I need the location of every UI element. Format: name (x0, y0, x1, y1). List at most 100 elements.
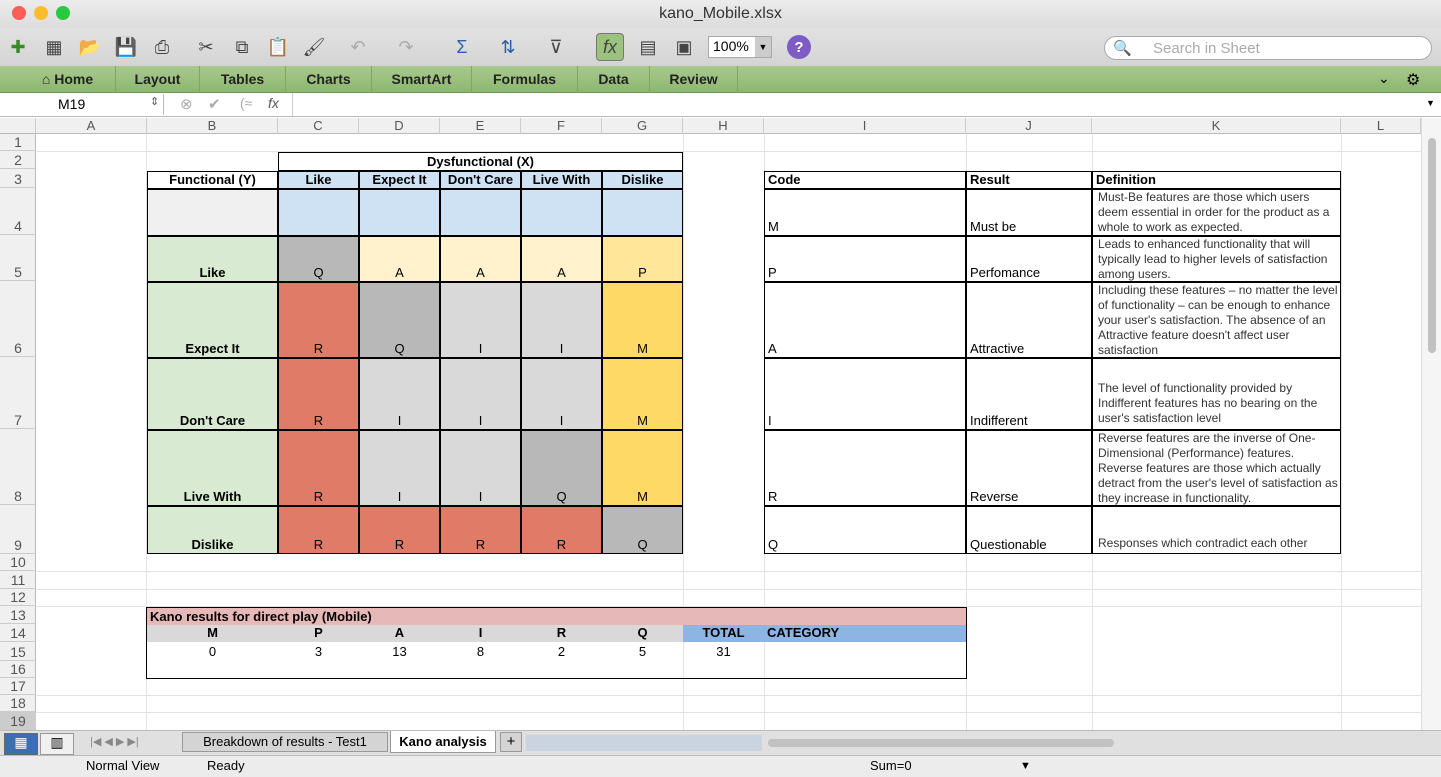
copy-icon[interactable]: ⧉ (228, 33, 256, 61)
sheet-tab-kano-analysis[interactable]: Kano analysis (390, 731, 496, 753)
column-header[interactable]: D (359, 118, 440, 134)
column-header[interactable]: G (602, 118, 683, 134)
results-value[interactable]: 13 (359, 644, 440, 661)
row-header[interactable]: 4 (0, 188, 36, 235)
redo-icon[interactable]: ↷ (392, 33, 420, 61)
matrix-cell[interactable]: R (278, 358, 359, 430)
legend-result[interactable]: Reverse (966, 430, 1092, 506)
matrix-cell[interactable]: R (440, 506, 521, 554)
results-header[interactable]: P (278, 625, 359, 642)
legend-result[interactable]: Attractive (966, 282, 1092, 358)
matrix-cell[interactable]: M (602, 430, 683, 506)
functional-header[interactable]: Functional (Y) (147, 171, 278, 189)
templates-icon[interactable]: ▦ (40, 33, 68, 61)
matrix-cell[interactable]: Q (278, 236, 359, 282)
matrix-cell[interactable]: I (440, 430, 521, 506)
results-header[interactable]: M (147, 625, 278, 642)
legend-definition[interactable]: Leads to enhanced functionality that wil… (1092, 236, 1341, 282)
row-header[interactable]: 14 (0, 624, 36, 642)
name-box-stepper-icon[interactable]: ⇕ (150, 95, 159, 108)
row-header[interactable]: 17 (0, 678, 36, 695)
legend-code[interactable]: P (764, 236, 966, 282)
column-header[interactable]: I (764, 118, 966, 134)
row-header[interactable]: 13 (0, 606, 36, 624)
row-header[interactable]: 7 (0, 357, 36, 429)
formula-expand-icon[interactable]: ▼ (1426, 98, 1435, 108)
column-header[interactable]: F (521, 118, 602, 134)
paste-icon[interactable]: 📋 (264, 33, 292, 61)
gallery-icon[interactable]: ▤ (634, 33, 662, 61)
matrix-blank-cell[interactable] (278, 189, 359, 236)
matrix-cell[interactable]: P (602, 236, 683, 282)
legend-header-code[interactable]: Code (764, 171, 966, 189)
matrix-cell[interactable]: I (440, 358, 521, 430)
format-painter-icon[interactable]: 🖌 (300, 33, 328, 61)
matrix-cell[interactable]: R (278, 430, 359, 506)
legend-definition[interactable]: Reverse features are the inverse of One-… (1092, 430, 1341, 506)
matrix-cell[interactable]: A (521, 236, 602, 282)
matrix-blank-cell[interactable] (440, 189, 521, 236)
row-header[interactable]: 1 (0, 134, 36, 151)
legend-result[interactable]: Must be (966, 189, 1092, 236)
matrix-cell[interactable]: Q (602, 506, 683, 554)
legend-header-definition[interactable]: Definition (1092, 171, 1341, 189)
results-header[interactable]: I (440, 625, 521, 642)
confirm-icon[interactable]: ✔ (208, 95, 221, 113)
legend-result[interactable]: Perfomance (966, 236, 1092, 282)
tab-review[interactable]: Review (650, 66, 738, 93)
column-header[interactable]: L (1341, 118, 1421, 134)
matrix-cell[interactable]: R (521, 506, 602, 554)
legend-definition[interactable]: Must-Be features are those which users d… (1092, 189, 1341, 236)
horizontal-scroll-thumb[interactable] (768, 739, 1114, 747)
matrix-cell[interactable]: M (602, 358, 683, 430)
results-header[interactable]: A (359, 625, 440, 642)
matrix-cell[interactable]: A (440, 236, 521, 282)
results-value[interactable]: 2 (521, 644, 602, 661)
select-all-corner[interactable] (0, 118, 36, 134)
row-header[interactable]: 11 (0, 571, 36, 589)
row-header-dislike[interactable]: Dislike (147, 506, 278, 554)
normal-view-icon[interactable]: ▦ (4, 733, 38, 755)
results-value[interactable]: 0 (147, 644, 278, 661)
legend-code[interactable]: A (764, 282, 966, 358)
legend-code[interactable]: I (764, 358, 966, 430)
results-value[interactable]: 5 (602, 644, 683, 661)
results-title[interactable]: Kano results for direct play (Mobile) (147, 608, 966, 625)
row-header[interactable]: 3 (0, 169, 36, 188)
cancel-icon[interactable]: ⊗ (180, 95, 193, 113)
gear-icon[interactable]: ⚙ (1406, 70, 1420, 90)
matrix-blank-cell[interactable] (602, 189, 683, 236)
matrix-cell[interactable]: Q (521, 430, 602, 506)
matrix-cell[interactable]: R (278, 282, 359, 358)
row-header[interactable]: 8 (0, 429, 36, 505)
tab-layout[interactable]: Layout (116, 66, 200, 93)
function-icon[interactable]: (≈ (240, 95, 252, 111)
page-layout-view-icon[interactable]: ▥ (40, 733, 74, 755)
matrix-cell[interactable]: M (602, 282, 683, 358)
undo-icon[interactable]: ↶ (344, 33, 372, 61)
column-header[interactable]: E (440, 118, 521, 134)
legend-definition[interactable]: Including these features – no matter the… (1092, 282, 1341, 358)
matrix-cell[interactable]: I (359, 358, 440, 430)
help-icon[interactable]: ? (787, 35, 811, 59)
row-header[interactable]: 19 (0, 712, 36, 730)
matrix-blank-cell[interactable] (359, 189, 440, 236)
row-header-dont-care[interactable]: Don't Care (147, 358, 278, 430)
cut-icon[interactable]: ✂ (192, 33, 220, 61)
add-sheet-button[interactable]: + (500, 732, 522, 752)
row-header[interactable]: 5 (0, 235, 36, 281)
matrix-cell[interactable]: A (359, 236, 440, 282)
new-icon[interactable]: ✚ (4, 33, 32, 61)
results-value[interactable]: 8 (440, 644, 521, 661)
tab-data[interactable]: Data (578, 66, 650, 93)
legend-code[interactable]: R (764, 430, 966, 506)
save-icon[interactable]: 💾 (112, 33, 140, 61)
autosum-icon[interactable]: Σ (448, 33, 476, 61)
chevron-down-icon[interactable]: ▼ (755, 37, 771, 57)
row-header[interactable]: 2 (0, 151, 36, 169)
matrix-cell[interactable]: R (278, 506, 359, 554)
matrix-cell[interactable]: I (359, 430, 440, 506)
filter-icon[interactable]: ⊽ (542, 33, 570, 61)
legend-definition[interactable]: The level of functionality provided by I… (1092, 358, 1341, 430)
matrix-cell[interactable]: Q (359, 282, 440, 358)
